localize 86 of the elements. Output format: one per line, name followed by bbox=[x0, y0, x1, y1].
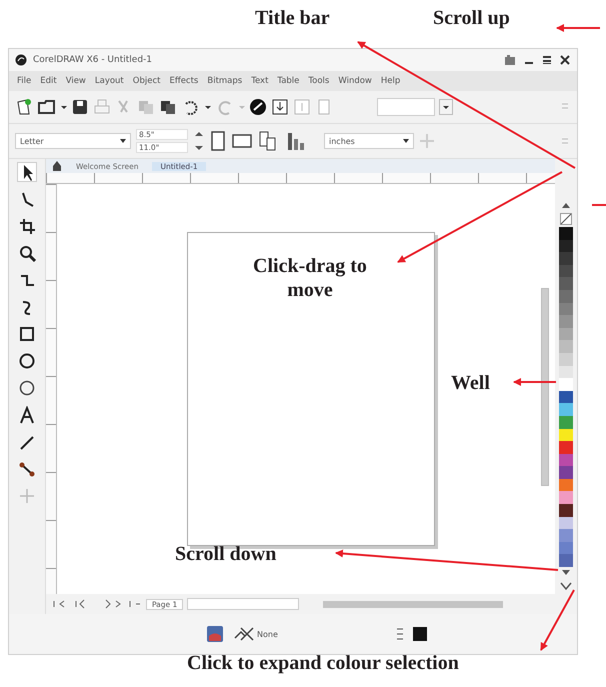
colour-swatch[interactable] bbox=[559, 240, 573, 252]
callout-label: Scroll up bbox=[433, 6, 510, 30]
rectangle-icon[interactable] bbox=[18, 325, 36, 343]
menu-item[interactable]: Help bbox=[380, 76, 400, 86]
callout-label: Title bar bbox=[255, 6, 330, 30]
arrow-up-icon[interactable] bbox=[561, 201, 571, 209]
no-colour-icon[interactable] bbox=[560, 213, 572, 225]
window-title: CorelDRAW X6 - Untitled-1 bbox=[33, 55, 152, 65]
vertical-scrollbar[interactable] bbox=[541, 288, 549, 486]
colour-swatch[interactable] bbox=[559, 252, 573, 265]
new-document-icon[interactable] bbox=[15, 98, 33, 116]
callout-arrow bbox=[540, 590, 575, 651]
colour-swatch[interactable] bbox=[559, 516, 573, 530]
colour-swatch[interactable] bbox=[559, 491, 573, 504]
colour-swatch[interactable] bbox=[559, 352, 573, 366]
menu-item[interactable]: Layout bbox=[94, 76, 124, 86]
menu-item[interactable]: Effects bbox=[169, 76, 198, 86]
colour-swatch[interactable] bbox=[559, 264, 573, 278]
colour-swatch[interactable] bbox=[559, 378, 573, 391]
callout-label: Click to expand colour selection bbox=[187, 651, 459, 675]
leader-line bbox=[592, 204, 606, 206]
zoom-field[interactable] bbox=[377, 98, 435, 116]
paste-icon[interactable] bbox=[159, 98, 177, 116]
colour-swatch[interactable] bbox=[559, 366, 573, 378]
save-icon[interactable] bbox=[71, 98, 89, 116]
text-tool-icon[interactable] bbox=[18, 406, 36, 424]
colour-swatch[interactable] bbox=[559, 529, 573, 542]
connector-icon[interactable] bbox=[18, 460, 36, 478]
colour-swatch[interactable] bbox=[559, 466, 573, 479]
spinner-icon[interactable] bbox=[193, 129, 205, 153]
caret-icon[interactable] bbox=[403, 138, 409, 144]
home-icon[interactable] bbox=[52, 160, 62, 172]
callout-label: Click-drag to move bbox=[252, 254, 368, 302]
menu-item[interactable]: Tools bbox=[308, 76, 330, 86]
horizontal-scrollbar[interactable] bbox=[323, 600, 504, 608]
pointer-icon[interactable] bbox=[18, 163, 36, 181]
units-dropdown[interactable]: inches bbox=[324, 133, 414, 149]
colour-swatch[interactable] bbox=[559, 454, 573, 466]
menu-item[interactable]: Edit bbox=[40, 76, 57, 86]
logo-icon bbox=[15, 54, 27, 66]
portrait-icon[interactable] bbox=[210, 130, 226, 152]
callout-label: Scroll down bbox=[175, 542, 276, 566]
colour-swatch[interactable] bbox=[559, 227, 573, 240]
colour-swatch[interactable] bbox=[559, 403, 573, 416]
polygon-icon[interactable] bbox=[18, 379, 36, 397]
crop-icon[interactable] bbox=[18, 217, 36, 235]
menu-item[interactable]: Bitmaps bbox=[207, 76, 242, 86]
ellipse-icon[interactable] bbox=[18, 352, 36, 370]
colour-swatch[interactable] bbox=[559, 328, 573, 340]
outline-swatch bbox=[413, 627, 427, 641]
fill-status: None bbox=[257, 630, 278, 638]
folder-icon[interactable] bbox=[37, 98, 57, 116]
colour-swatch[interactable] bbox=[559, 542, 573, 554]
colour-swatch[interactable] bbox=[559, 478, 573, 492]
colour-swatch[interactable] bbox=[559, 428, 573, 442]
menu-item[interactable]: Text bbox=[251, 76, 268, 86]
magnifier-icon[interactable] bbox=[18, 244, 36, 262]
expand-icon[interactable] bbox=[560, 581, 572, 592]
landscape-icon[interactable] bbox=[231, 133, 253, 149]
colour-swatch[interactable] bbox=[559, 315, 573, 328]
menu-item[interactable]: File bbox=[17, 76, 32, 86]
outline-icon[interactable] bbox=[395, 626, 405, 642]
arrow-down-icon[interactable] bbox=[561, 569, 571, 578]
colour-swatch[interactable] bbox=[559, 504, 573, 517]
menu-item[interactable]: Window bbox=[338, 76, 372, 86]
import-icon[interactable] bbox=[271, 98, 289, 116]
page-layout-icon[interactable] bbox=[285, 130, 307, 152]
colour-swatch[interactable] bbox=[559, 277, 573, 290]
menu-item[interactable]: Object bbox=[132, 76, 160, 86]
paper-size-dropdown[interactable]: Letter bbox=[15, 133, 131, 149]
fill-bucket-icon[interactable] bbox=[205, 624, 225, 644]
colour-swatch[interactable] bbox=[559, 290, 573, 303]
colour-swatch[interactable] bbox=[559, 416, 573, 428]
colour-swatch[interactable] bbox=[559, 554, 573, 568]
colour-swatch[interactable] bbox=[559, 441, 573, 454]
colour-swatch[interactable] bbox=[559, 390, 573, 404]
caret-icon[interactable] bbox=[120, 138, 126, 144]
callout-label: Well bbox=[451, 371, 490, 395]
colour-swatch[interactable] bbox=[559, 340, 573, 353]
menu-item[interactable]: View bbox=[66, 76, 86, 86]
callout-arrow bbox=[513, 378, 556, 386]
no-fill-icon[interactable] bbox=[233, 626, 255, 642]
colour-swatch[interactable] bbox=[559, 302, 573, 316]
menu-item[interactable]: Table bbox=[277, 76, 300, 86]
close-icon[interactable] bbox=[559, 54, 571, 66]
callout-arrow bbox=[556, 24, 600, 32]
